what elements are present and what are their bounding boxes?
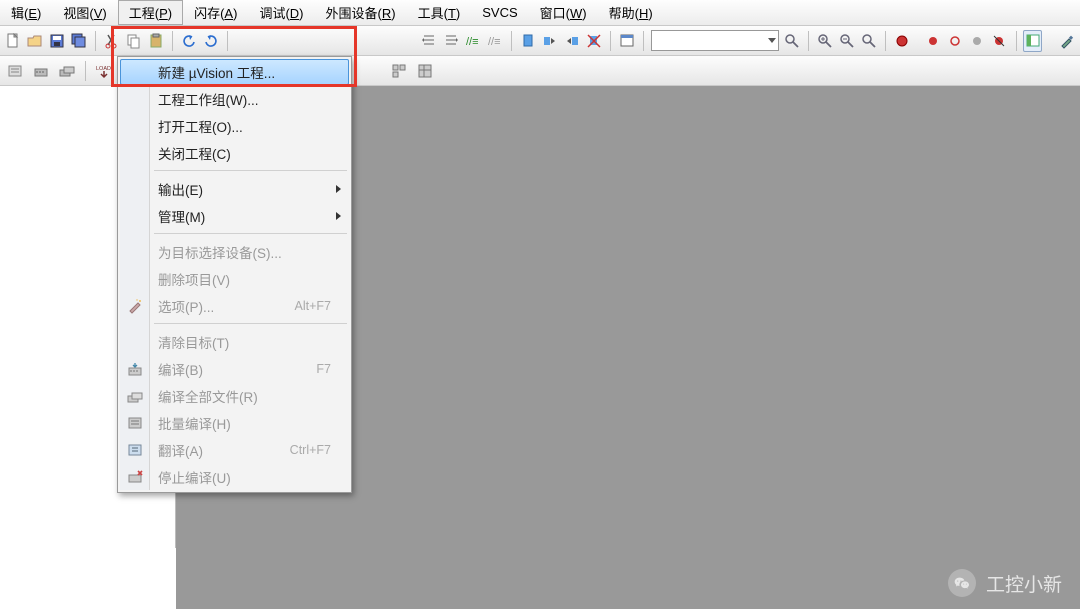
menu-item[interactable]: 输出(E) [120,175,349,202]
menu-item-label: 批量编译(H) [158,413,231,433]
menu-T[interactable]: 工具(T) [407,0,472,25]
toolbar-main: //≡ //≡ [0,26,1080,56]
menu-item-label: 为目标选择设备(S)... [158,242,282,262]
menu-item-label: 打开工程(O)... [158,116,243,136]
menubar: 辑(E)视图(V)工程(P)闪存(A)调试(D)外围设备(R)工具(T)SVCS… [0,0,1080,26]
menu-item[interactable]: 打开工程(O)... [120,112,349,139]
menu-item: 清除目标(T) [120,328,349,355]
shortcut: F7 [316,362,331,376]
zoom-reset-icon[interactable] [860,30,878,52]
menu-item-label: 关闭工程(C) [158,143,231,163]
copy-icon[interactable] [125,30,143,52]
menu-item: 翻译(A) Ctrl+F7 [120,436,349,463]
open-icon[interactable] [26,30,44,52]
debug-icon[interactable] [893,30,911,52]
menu-item: 选项(P)... Alt+F7 [120,292,349,319]
buildall-icon [126,387,144,405]
menu-item: 删除项目(V) [120,265,349,292]
menu-A[interactable]: 闪存(A) [183,0,248,25]
menu-item-label: 新建 µVision 工程... [158,62,275,82]
zoom-in-icon[interactable] [816,30,834,52]
svg-text://≡: //≡ [488,36,501,48]
menu-H[interactable]: 帮助(H) [598,0,664,25]
menu-item-label: 翻译(A) [158,440,203,460]
menu-item: 编译(B) F7 [120,355,349,382]
load-icon[interactable]: LOAD [93,60,115,82]
menu-item[interactable]: 关闭工程(C) [120,139,349,166]
window-icon[interactable] [618,30,636,52]
menu-P[interactable]: 工程(P) [118,0,183,25]
breakpoint3-icon[interactable] [968,30,986,52]
undo-icon[interactable] [180,30,198,52]
target-icon[interactable] [4,60,26,82]
menu-E[interactable]: 辑(E) [0,0,52,25]
wand-icon [126,297,144,315]
build-icon [126,360,144,378]
menu-item-label: 编译全部文件(R) [158,386,258,406]
paste-icon[interactable] [147,30,165,52]
menu-W[interactable]: 窗口(W) [529,0,598,25]
menu-SVCS[interactable]: SVCS [471,2,528,23]
manage-icon[interactable] [388,60,410,82]
shortcut: Ctrl+F7 [290,443,331,457]
batch-icon [126,414,144,432]
redo-icon[interactable] [202,30,220,52]
project-window-icon[interactable] [1023,30,1041,52]
bookmark-next-icon[interactable] [563,30,581,52]
menu-item: 批量编译(H) [120,409,349,436]
new-file-icon[interactable] [4,30,22,52]
menu-item-label: 输出(E) [158,179,203,199]
zoom-out-icon[interactable] [838,30,856,52]
comment-icon[interactable]: //≡ [464,30,482,52]
menu-item-label: 停止编译(U) [158,467,231,487]
submenu-arrow-icon [336,212,341,220]
menu-R[interactable]: 外围设备(R) [315,0,407,25]
menu-item[interactable]: 工程工作组(W)... [120,85,349,112]
menu-item-label: 工程工作组(W)... [158,89,259,109]
translate-icon [126,441,144,459]
search-combo[interactable] [651,30,779,51]
submenu-arrow-icon [336,185,341,193]
menu-item-label: 清除目标(T) [158,332,229,352]
save-all-icon[interactable] [70,30,88,52]
menu-D[interactable]: 调试(D) [248,0,314,25]
cut-icon[interactable] [103,30,121,52]
menu-item[interactable]: 新建 µVision 工程... [120,59,349,85]
build-icon[interactable] [30,60,52,82]
menu-item-label: 选项(P)... [158,296,214,316]
stop-icon [126,468,144,486]
indent-right-icon[interactable] [442,30,460,52]
menu-item: 为目标选择设备(S)... [120,238,349,265]
menu-item: 编译全部文件(R) [120,382,349,409]
configure-icon[interactable] [1058,30,1076,52]
watermark-text: 工控小新 [986,570,1062,597]
uncomment-icon[interactable]: //≡ [486,30,504,52]
menu-item-label: 删除项目(V) [158,269,230,289]
menu-item-label: 编译(B) [158,359,203,379]
bookmark-clear-icon[interactable] [585,30,603,52]
rebuild-icon[interactable] [56,60,78,82]
watermark: 工控小新 [948,569,1062,597]
shortcut: Alt+F7 [295,299,331,313]
save-icon[interactable] [48,30,66,52]
bookmark-icon[interactable] [519,30,537,52]
menu-item[interactable]: 管理(M) [120,202,349,229]
menu-item: 停止编译(U) [120,463,349,490]
bookmark-prev-icon[interactable] [541,30,559,52]
breakpoint-icon[interactable] [924,30,942,52]
breakpoint4-icon[interactable] [990,30,1008,52]
indent-left-icon[interactable] [420,30,438,52]
find-icon[interactable] [783,30,801,52]
menu-item-label: 管理(M) [158,206,205,226]
manage2-icon[interactable] [414,60,436,82]
menu-V[interactable]: 视图(V) [52,0,117,25]
breakpoint2-icon[interactable] [946,30,964,52]
project-menu-dropdown: 新建 µVision 工程... 工程工作组(W)... 打开工程(O)... 关闭工… [117,56,352,493]
svg-text://≡: //≡ [466,36,479,48]
wechat-icon [948,569,976,597]
